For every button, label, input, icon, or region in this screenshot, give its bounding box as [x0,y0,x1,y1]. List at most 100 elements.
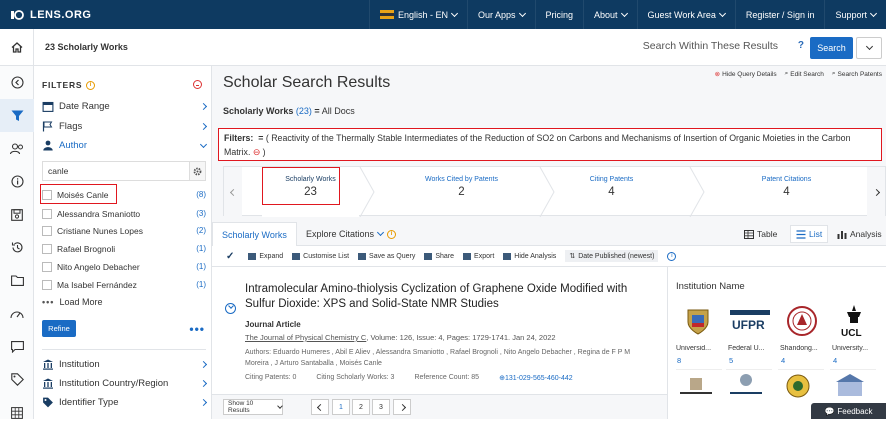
institution-card[interactable]: UFPR Federal U... 5 [726,299,774,365]
users-icon [10,142,23,154]
load-more-button[interactable]: ••• Load More [42,297,102,307]
select-all-checkmark[interactable]: ✓ [226,251,234,262]
edit-search-link[interactable]: ⌕ Edit Search [785,70,824,78]
author-option[interactable]: Nito Angelo Debacher (1) [42,259,206,274]
institution-card[interactable]: Shandong... 4 [778,299,826,365]
author-settings-button[interactable] [190,161,206,181]
filter-flags[interactable]: Flags [42,119,208,134]
chevron-left-icon [316,403,324,411]
next-page-button[interactable] [393,399,411,415]
author-checkbox[interactable] [42,208,52,219]
page-number: 3 [379,403,383,411]
search-options-dropdown[interactable] [856,37,882,59]
language-menu[interactable]: English - EN [368,0,467,29]
lens-logo[interactable]: LENS.ORG [11,9,91,21]
page-1-button[interactable]: 1 [332,399,350,415]
info-button[interactable] [0,165,34,198]
metric-works-cited-by-patents[interactable]: Works Cited by Patents 2 [389,167,534,217]
lens-id-link[interactable]: ⊕131-029-565-460-442 [499,374,573,382]
author-checkbox[interactable] [42,261,52,272]
institution-logo[interactable] [726,369,772,409]
refine-button[interactable]: Refine [42,320,76,337]
chevron-right-icon [872,188,880,196]
load-more-label: Load More [59,297,103,307]
search-button[interactable]: Search [810,37,853,59]
metrics-prev-button[interactable] [224,167,242,217]
author-option[interactable]: Alessandra Smaniotto (3) [42,206,206,221]
tags-button[interactable] [0,363,34,396]
hide-query-details-link[interactable]: ⊗ Hide Query Details [715,70,777,79]
results-per-page-select[interactable]: Show 10 Results [223,399,283,415]
page-2-button[interactable]: 2 [352,399,370,415]
nav-register-sign-in[interactable]: Register / Sign in [734,0,825,29]
nav-guest-work-area[interactable]: Guest Work Area [636,0,735,29]
collapse-button[interactable] [0,66,34,99]
author-checkbox[interactable] [42,243,52,254]
remove-filter-icon[interactable]: ⊖ [253,147,260,157]
expand-button[interactable]: Expand [248,252,284,260]
toolbar-label: Expand [259,252,284,260]
feedback-button[interactable]: 💬 Feedback [811,403,886,419]
sort-dropdown[interactable]: ⇅ Date Published (newest) [565,250,659,262]
dashboard-button[interactable] [0,297,34,330]
more-options-icon[interactable]: ••• [189,322,205,336]
journal-link[interactable]: The Journal of Physical Chemistry C [245,333,366,342]
metric-label: Citing Patents [589,176,634,183]
result-select-toggle[interactable] [225,303,236,314]
collaboration-button[interactable] [0,132,34,165]
page-3-button[interactable]: 3 [372,399,390,415]
filter-tool-button[interactable] [0,99,34,132]
nav-our-apps[interactable]: Our Apps [466,0,535,29]
info-icon[interactable]: i [387,229,397,239]
author-checkbox[interactable] [42,225,52,236]
institution-icon [43,359,53,370]
metric-patent-citations[interactable]: Patent Citations 4 [714,167,859,217]
nav-pricing[interactable]: Pricing [534,0,584,29]
search-within-input[interactable]: Search Within These Results [643,40,778,52]
tab-scholarly-works[interactable]: Scholarly Works [212,222,297,246]
author-option[interactable]: Cristiane Nunes Lopes (2) [42,223,206,238]
view-label: List [809,229,823,239]
filter-identifier-type[interactable]: Identifier Type [42,395,208,410]
save-button[interactable] [0,198,34,231]
clear-filters-icon[interactable] [193,80,202,89]
save-as-query-button[interactable]: Save as Query [358,252,415,260]
share-button[interactable]: Share [424,252,454,260]
view-analysis-button[interactable]: Analysis [832,225,886,243]
nav-support[interactable]: Support [824,0,886,29]
institution-card[interactable]: Universid... 8 [674,299,722,365]
results-list: Intramolecular Amino-thiolysis Cyclizati… [212,267,667,419]
filter-institution-country[interactable]: Institution Country/Region [42,376,208,391]
comments-button[interactable] [0,330,34,363]
nav-about[interactable]: About [583,0,637,29]
home-button[interactable] [0,28,34,66]
metrics-next-button[interactable] [867,167,885,217]
view-list-button[interactable]: List [790,225,829,243]
sort-info-button[interactable]: i [667,251,677,261]
author-search-input[interactable]: canle [42,161,190,181]
view-table-button[interactable]: Table [739,225,782,243]
filter-author[interactable]: Author [42,138,208,153]
metric-label: Patent Citations [761,176,812,183]
hide-analysis-button[interactable]: Hide Analysis [503,252,556,260]
history-button[interactable] [0,231,34,264]
grid-button[interactable] [0,396,34,429]
tab-explore-citations[interactable]: Explore Citations i [306,222,397,246]
result-title[interactable]: Intramolecular Amino-thiolysis Cyclizati… [245,282,645,312]
metric-citing-patents[interactable]: Citing Patents 4 [554,167,669,217]
author-option[interactable]: Rafael Brognoli (1) [42,241,206,256]
institution-name: University... [832,345,869,352]
institution-logo[interactable] [676,369,722,409]
filter-date-range[interactable]: Date Range [42,99,208,114]
author-checkbox[interactable] [42,279,52,290]
export-button[interactable]: Export [463,252,494,260]
search-help-icon[interactable]: ? [798,40,804,51]
filter-institution[interactable]: Institution [42,357,208,372]
info-icon[interactable]: i [86,80,96,90]
search-patents-link[interactable]: ⌕ Search Patents [832,70,882,78]
institution-card[interactable]: UCL University... 4 [830,299,878,365]
folder-button[interactable] [0,264,34,297]
customise-list-button[interactable]: Customise List [292,252,349,260]
author-option[interactable]: Ma Isabel Fernández (1) [42,277,206,292]
prev-page-button[interactable] [311,399,329,415]
